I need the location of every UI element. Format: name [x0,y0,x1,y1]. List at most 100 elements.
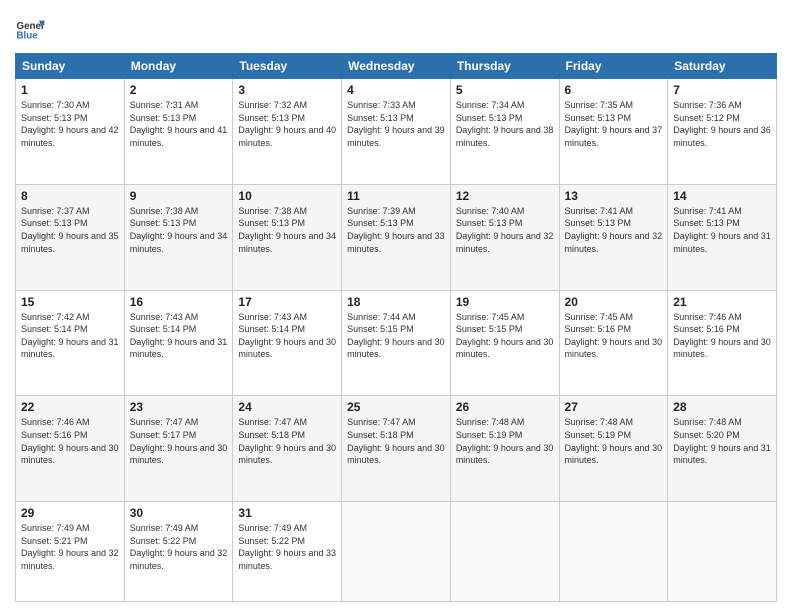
page-container: General Blue SundayMondayTuesdayWednesda… [0,0,792,612]
day-info: Sunrise: 7:46 AMSunset: 5:16 PMDaylight:… [21,416,119,466]
day-number: 23 [130,400,228,414]
calendar-cell: 4 Sunrise: 7:33 AMSunset: 5:13 PMDayligh… [342,79,451,185]
day-number: 20 [565,295,663,309]
calendar-cell: 2 Sunrise: 7:31 AMSunset: 5:13 PMDayligh… [124,79,233,185]
day-info: Sunrise: 7:47 AMSunset: 5:18 PMDaylight:… [238,416,336,466]
day-number: 3 [238,83,336,97]
weekday-header-thursday: Thursday [450,54,559,79]
logo: General Blue [15,15,45,45]
day-info: Sunrise: 7:40 AMSunset: 5:13 PMDaylight:… [456,205,554,255]
calendar-cell: 3 Sunrise: 7:32 AMSunset: 5:13 PMDayligh… [233,79,342,185]
calendar-week-row: 1 Sunrise: 7:30 AMSunset: 5:13 PMDayligh… [16,79,777,185]
calendar-cell [450,502,559,602]
calendar-cell: 16 Sunrise: 7:43 AMSunset: 5:14 PMDaylig… [124,290,233,396]
weekday-header-sunday: Sunday [16,54,125,79]
day-info: Sunrise: 7:30 AMSunset: 5:13 PMDaylight:… [21,99,119,149]
calendar-cell: 21 Sunrise: 7:46 AMSunset: 5:16 PMDaylig… [668,290,777,396]
day-info: Sunrise: 7:35 AMSunset: 5:13 PMDaylight:… [565,99,663,149]
day-number: 7 [673,83,771,97]
calendar-cell: 5 Sunrise: 7:34 AMSunset: 5:13 PMDayligh… [450,79,559,185]
calendar-cell: 15 Sunrise: 7:42 AMSunset: 5:14 PMDaylig… [16,290,125,396]
day-info: Sunrise: 7:33 AMSunset: 5:13 PMDaylight:… [347,99,445,149]
calendar-cell: 6 Sunrise: 7:35 AMSunset: 5:13 PMDayligh… [559,79,668,185]
calendar-week-row: 22 Sunrise: 7:46 AMSunset: 5:16 PMDaylig… [16,396,777,502]
calendar-cell: 12 Sunrise: 7:40 AMSunset: 5:13 PMDaylig… [450,184,559,290]
svg-text:Blue: Blue [17,31,39,42]
calendar-cell: 8 Sunrise: 7:37 AMSunset: 5:13 PMDayligh… [16,184,125,290]
day-number: 30 [130,506,228,520]
day-info: Sunrise: 7:45 AMSunset: 5:16 PMDaylight:… [565,311,663,361]
day-info: Sunrise: 7:48 AMSunset: 5:19 PMDaylight:… [565,416,663,466]
calendar-cell: 13 Sunrise: 7:41 AMSunset: 5:13 PMDaylig… [559,184,668,290]
day-number: 4 [347,83,445,97]
day-number: 10 [238,189,336,203]
calendar-cell: 17 Sunrise: 7:43 AMSunset: 5:14 PMDaylig… [233,290,342,396]
weekday-header-wednesday: Wednesday [342,54,451,79]
calendar-cell: 20 Sunrise: 7:45 AMSunset: 5:16 PMDaylig… [559,290,668,396]
calendar-cell: 11 Sunrise: 7:39 AMSunset: 5:13 PMDaylig… [342,184,451,290]
day-info: Sunrise: 7:49 AMSunset: 5:21 PMDaylight:… [21,522,119,572]
day-info: Sunrise: 7:48 AMSunset: 5:19 PMDaylight:… [456,416,554,466]
day-info: Sunrise: 7:34 AMSunset: 5:13 PMDaylight:… [456,99,554,149]
calendar-cell: 27 Sunrise: 7:48 AMSunset: 5:19 PMDaylig… [559,396,668,502]
calendar-cell [668,502,777,602]
day-info: Sunrise: 7:43 AMSunset: 5:14 PMDaylight:… [238,311,336,361]
day-number: 22 [21,400,119,414]
calendar-body: 1 Sunrise: 7:30 AMSunset: 5:13 PMDayligh… [16,79,777,602]
day-number: 28 [673,400,771,414]
calendar-cell: 19 Sunrise: 7:45 AMSunset: 5:15 PMDaylig… [450,290,559,396]
calendar-cell: 23 Sunrise: 7:47 AMSunset: 5:17 PMDaylig… [124,396,233,502]
calendar-cell: 25 Sunrise: 7:47 AMSunset: 5:18 PMDaylig… [342,396,451,502]
day-info: Sunrise: 7:41 AMSunset: 5:13 PMDaylight:… [565,205,663,255]
calendar-cell: 7 Sunrise: 7:36 AMSunset: 5:12 PMDayligh… [668,79,777,185]
calendar-cell: 29 Sunrise: 7:49 AMSunset: 5:21 PMDaylig… [16,502,125,602]
day-info: Sunrise: 7:47 AMSunset: 5:18 PMDaylight:… [347,416,445,466]
day-info: Sunrise: 7:31 AMSunset: 5:13 PMDaylight:… [130,99,228,149]
day-info: Sunrise: 7:38 AMSunset: 5:13 PMDaylight:… [130,205,228,255]
day-number: 8 [21,189,119,203]
day-number: 11 [347,189,445,203]
day-number: 9 [130,189,228,203]
day-info: Sunrise: 7:47 AMSunset: 5:17 PMDaylight:… [130,416,228,466]
day-info: Sunrise: 7:49 AMSunset: 5:22 PMDaylight:… [238,522,336,572]
calendar-table: SundayMondayTuesdayWednesdayThursdayFrid… [15,53,777,602]
logo-icon: General Blue [15,15,45,45]
day-info: Sunrise: 7:36 AMSunset: 5:12 PMDaylight:… [673,99,771,149]
day-number: 18 [347,295,445,309]
day-number: 19 [456,295,554,309]
day-info: Sunrise: 7:45 AMSunset: 5:15 PMDaylight:… [456,311,554,361]
day-number: 6 [565,83,663,97]
day-number: 17 [238,295,336,309]
calendar-cell: 9 Sunrise: 7:38 AMSunset: 5:13 PMDayligh… [124,184,233,290]
weekday-header-row: SundayMondayTuesdayWednesdayThursdayFrid… [16,54,777,79]
calendar-cell: 10 Sunrise: 7:38 AMSunset: 5:13 PMDaylig… [233,184,342,290]
day-info: Sunrise: 7:42 AMSunset: 5:14 PMDaylight:… [21,311,119,361]
calendar-cell: 26 Sunrise: 7:48 AMSunset: 5:19 PMDaylig… [450,396,559,502]
day-number: 31 [238,506,336,520]
day-number: 1 [21,83,119,97]
calendar-cell: 22 Sunrise: 7:46 AMSunset: 5:16 PMDaylig… [16,396,125,502]
day-number: 16 [130,295,228,309]
day-number: 5 [456,83,554,97]
weekday-header-monday: Monday [124,54,233,79]
calendar-cell [559,502,668,602]
calendar-cell [342,502,451,602]
day-info: Sunrise: 7:48 AMSunset: 5:20 PMDaylight:… [673,416,771,466]
calendar-cell: 24 Sunrise: 7:47 AMSunset: 5:18 PMDaylig… [233,396,342,502]
day-number: 15 [21,295,119,309]
day-info: Sunrise: 7:37 AMSunset: 5:13 PMDaylight:… [21,205,119,255]
page-header: General Blue [15,15,777,45]
weekday-header-friday: Friday [559,54,668,79]
day-info: Sunrise: 7:41 AMSunset: 5:13 PMDaylight:… [673,205,771,255]
day-info: Sunrise: 7:43 AMSunset: 5:14 PMDaylight:… [130,311,228,361]
calendar-cell: 1 Sunrise: 7:30 AMSunset: 5:13 PMDayligh… [16,79,125,185]
calendar-cell: 14 Sunrise: 7:41 AMSunset: 5:13 PMDaylig… [668,184,777,290]
day-info: Sunrise: 7:32 AMSunset: 5:13 PMDaylight:… [238,99,336,149]
day-number: 14 [673,189,771,203]
day-info: Sunrise: 7:38 AMSunset: 5:13 PMDaylight:… [238,205,336,255]
calendar-cell: 28 Sunrise: 7:48 AMSunset: 5:20 PMDaylig… [668,396,777,502]
day-number: 24 [238,400,336,414]
day-number: 13 [565,189,663,203]
day-number: 29 [21,506,119,520]
calendar-week-row: 29 Sunrise: 7:49 AMSunset: 5:21 PMDaylig… [16,502,777,602]
